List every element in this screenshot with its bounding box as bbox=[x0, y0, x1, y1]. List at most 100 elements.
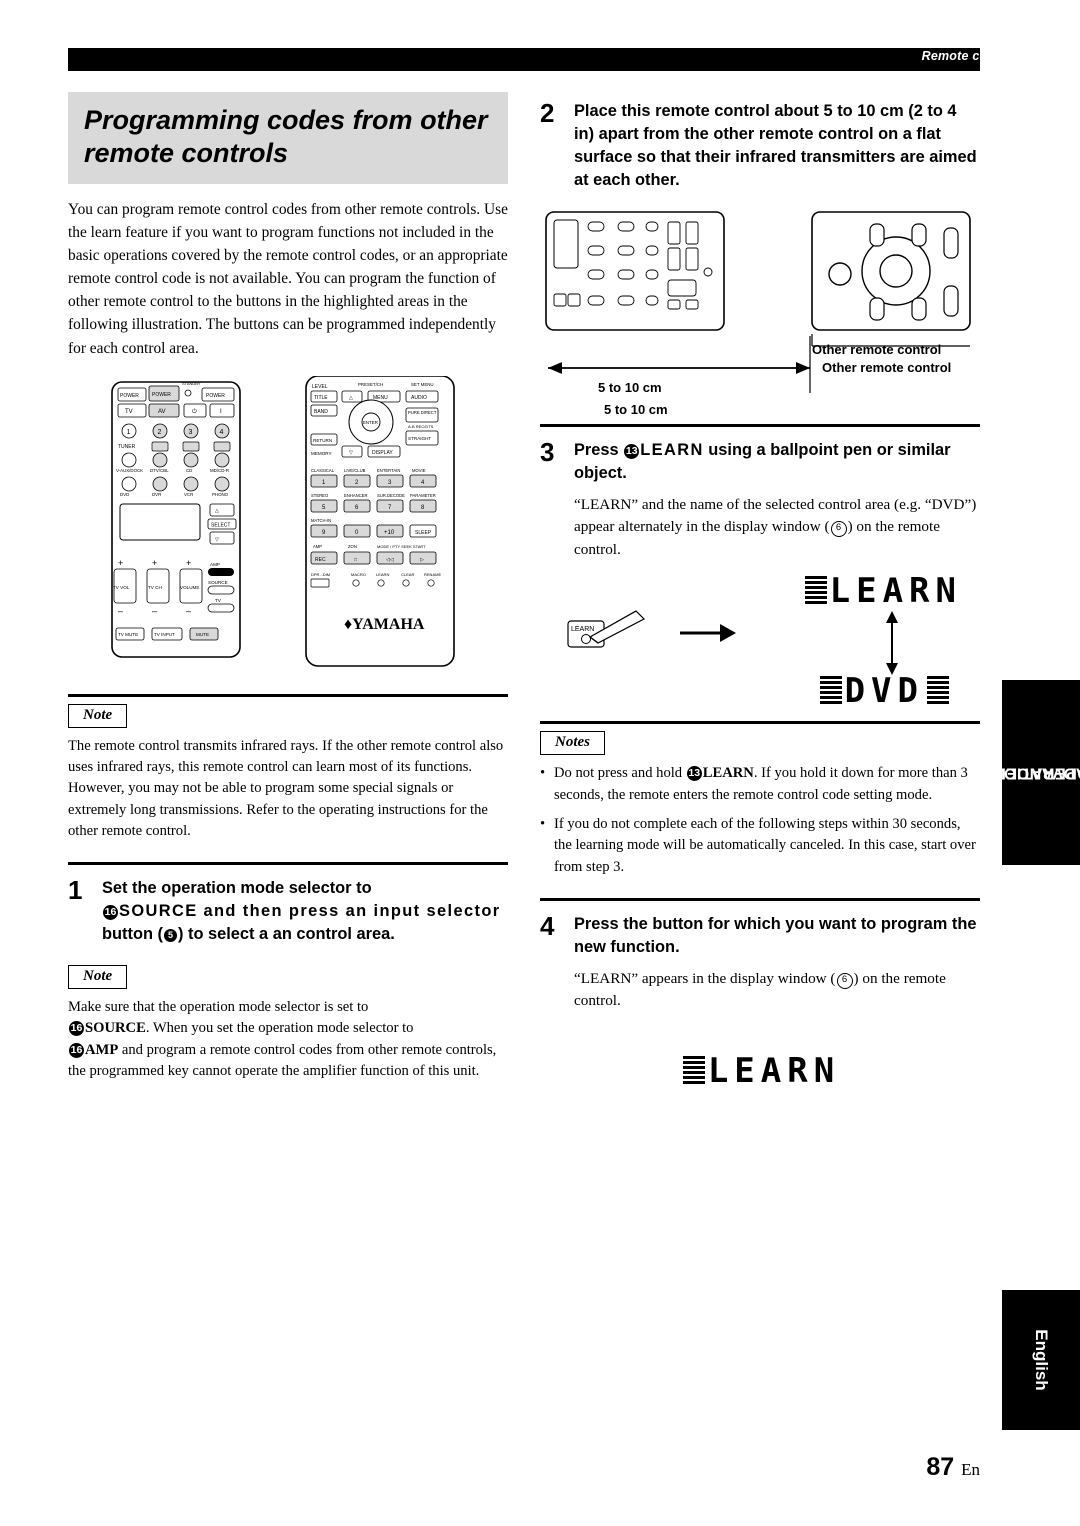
svg-text:△: △ bbox=[349, 395, 353, 401]
svg-text:TITLE: TITLE bbox=[314, 395, 328, 401]
svg-text:PHONO: PHONO bbox=[212, 492, 229, 497]
page-footer: 87 En bbox=[926, 1453, 980, 1482]
side-tab-advanced-operation: ADVANCEDOPERATION bbox=[992, 680, 1080, 865]
svg-text:TV: TV bbox=[215, 598, 222, 603]
svg-text:POWER: POWER bbox=[206, 393, 225, 399]
svg-text:TV INPUT: TV INPUT bbox=[154, 632, 175, 637]
left-column: Programming codes from other remote cont… bbox=[68, 92, 508, 1082]
svg-text:MODE / PTY SEEK START: MODE / PTY SEEK START bbox=[377, 544, 426, 549]
lcd-learn-text-2: LEARN bbox=[707, 1050, 841, 1091]
page: Remote control features Programming code… bbox=[0, 0, 1080, 1526]
note-b1-a: Do not press and hold bbox=[554, 765, 683, 782]
note-bullet-2: • If you do not complete each of the fol… bbox=[540, 814, 980, 878]
svg-text:REC: REC bbox=[315, 557, 326, 563]
svg-text:SUR.DECODE: SUR.DECODE bbox=[377, 493, 405, 498]
svg-text:+: + bbox=[118, 558, 123, 568]
svg-text:2: 2 bbox=[158, 429, 162, 436]
svg-text:–: – bbox=[118, 606, 123, 616]
svg-text:DISPLAY: DISPLAY bbox=[372, 450, 393, 456]
step-3-text: Press 13 LEARN using a ballpoint pen or s… bbox=[574, 439, 980, 485]
notes-block: Notes • Do not press and hold 13 LEARN. I… bbox=[540, 721, 980, 877]
svg-text:SET MENU: SET MENU bbox=[411, 382, 434, 387]
note2-text-b: . When you set the operation mode select… bbox=[145, 1020, 414, 1037]
note2-label: Note bbox=[68, 965, 128, 990]
notes-label: Notes bbox=[540, 731, 605, 756]
circled-6-a: 6 bbox=[830, 521, 847, 538]
svg-text:MOVIE: MOVIE bbox=[412, 468, 426, 473]
step-4-number: 4 bbox=[540, 910, 555, 941]
page-title: Programming codes from other remote cont… bbox=[84, 105, 488, 168]
note-block-2: Note Make sure that the operation mode s… bbox=[68, 958, 508, 1082]
step-2: 2 Place this remote control about 5 to 1… bbox=[540, 100, 980, 192]
step-4-sub-a: “LEARN” appears in the display window ( bbox=[574, 969, 836, 987]
step-1-line-b: SOURCE and then press an input selector bbox=[119, 902, 501, 921]
circled-16-b: 16 bbox=[69, 1021, 84, 1037]
svg-text:AMP: AMP bbox=[313, 544, 322, 549]
svg-text:MD/CD-R: MD/CD-R bbox=[210, 468, 229, 473]
svg-text:+: + bbox=[186, 558, 191, 568]
svg-text:3: 3 bbox=[189, 429, 193, 436]
step-1-number: 1 bbox=[68, 875, 83, 906]
svg-text:CLASSICAL: CLASSICAL bbox=[311, 468, 335, 473]
circled-6-b: 6 bbox=[836, 972, 853, 989]
svg-text:STANDBY: STANDBY bbox=[182, 381, 201, 386]
svg-text:STEREO: STEREO bbox=[311, 493, 329, 498]
note2-text-c: and program a remote control codes from … bbox=[68, 1041, 497, 1079]
svg-text:MUTE: MUTE bbox=[196, 632, 209, 637]
note-body: The remote control transmits infrared ra… bbox=[68, 737, 504, 839]
svg-text:VCR: VCR bbox=[184, 492, 193, 497]
svg-text:LIVE/CLUB: LIVE/CLUB bbox=[344, 468, 366, 473]
page-title-block: Programming codes from other remote cont… bbox=[68, 92, 508, 184]
circled-13-a: 13 bbox=[624, 443, 640, 459]
circled-5: 5 bbox=[163, 929, 177, 943]
step1-divider bbox=[68, 862, 508, 866]
svg-text:◁◁: ◁◁ bbox=[386, 557, 394, 563]
bullet-dot-2: • bbox=[540, 815, 546, 832]
svg-text:ENTER: ENTER bbox=[363, 420, 378, 425]
side-tab-english: English bbox=[1002, 1290, 1080, 1430]
circled-13-b: 13 bbox=[686, 766, 702, 782]
svg-text:SOURCE: SOURCE bbox=[208, 580, 228, 585]
note2-bold-source: SOURCE bbox=[85, 1020, 146, 1037]
svg-text:▽: ▽ bbox=[349, 450, 353, 456]
step-3-sub: “LEARN” and the name of the selected con… bbox=[574, 494, 980, 562]
svg-text:DPR...DIM: DPR...DIM bbox=[311, 572, 330, 577]
svg-text:1: 1 bbox=[127, 429, 131, 436]
svg-text:ENTERTAIN: ENTERTAIN bbox=[377, 468, 400, 473]
svg-text:ZON: ZON bbox=[348, 544, 357, 549]
notes-list: • Do not press and hold 13 LEARN. If you … bbox=[540, 763, 980, 877]
other-remote-label: Other remote control bbox=[822, 360, 952, 375]
other-remote-caption: Other remote control bbox=[812, 342, 941, 357]
running-head: Remote control features bbox=[921, 49, 1070, 63]
svg-text:CD: CD bbox=[186, 468, 192, 473]
intro-paragraph: You can program remote control codes fro… bbox=[68, 200, 508, 357]
note2-bold-amp: AMP bbox=[85, 1041, 119, 1058]
svg-text:V-AUX/DOCK: V-AUX/DOCK bbox=[116, 468, 143, 473]
distance-label: 5 to 10 cm bbox=[600, 402, 672, 417]
svg-text:AMP: AMP bbox=[210, 562, 220, 567]
right-column: 2 Place this remote control about 5 to 1… bbox=[540, 92, 980, 1091]
svg-text:–: – bbox=[186, 606, 191, 616]
svg-text:AV: AV bbox=[158, 409, 166, 415]
distance-caption: 5 to 10 cm bbox=[598, 380, 662, 395]
step-1-line-c: button ( bbox=[102, 925, 163, 944]
svg-text:+10: +10 bbox=[384, 530, 395, 536]
bullet-dot: • bbox=[540, 765, 546, 782]
svg-text:DTV/CBL: DTV/CBL bbox=[150, 468, 169, 473]
circled-16-c: 16 bbox=[69, 1042, 84, 1058]
svg-text:CLEAR: CLEAR bbox=[401, 572, 414, 577]
lcd-illustration-step4: LEARN bbox=[540, 1051, 980, 1091]
svg-text:TV MUTE: TV MUTE bbox=[118, 632, 138, 637]
svg-text:DVR: DVR bbox=[152, 492, 161, 497]
svg-text:TV VOL: TV VOL bbox=[113, 585, 130, 590]
svg-text:MEMORY: MEMORY bbox=[311, 451, 332, 456]
side-tab2-label: English bbox=[1032, 1329, 1051, 1391]
svg-text:MATCH-IN: MATCH-IN bbox=[311, 518, 331, 523]
note-label: Note bbox=[68, 703, 128, 728]
step-3-number: 3 bbox=[540, 436, 555, 467]
circled-16-a: 16 bbox=[103, 905, 118, 921]
step-3-learn: LEARN bbox=[640, 440, 704, 459]
svg-text:SLEEP: SLEEP bbox=[415, 530, 432, 536]
note-b1-bold: LEARN bbox=[702, 765, 754, 782]
svg-text:⏻: ⏻ bbox=[192, 408, 197, 415]
